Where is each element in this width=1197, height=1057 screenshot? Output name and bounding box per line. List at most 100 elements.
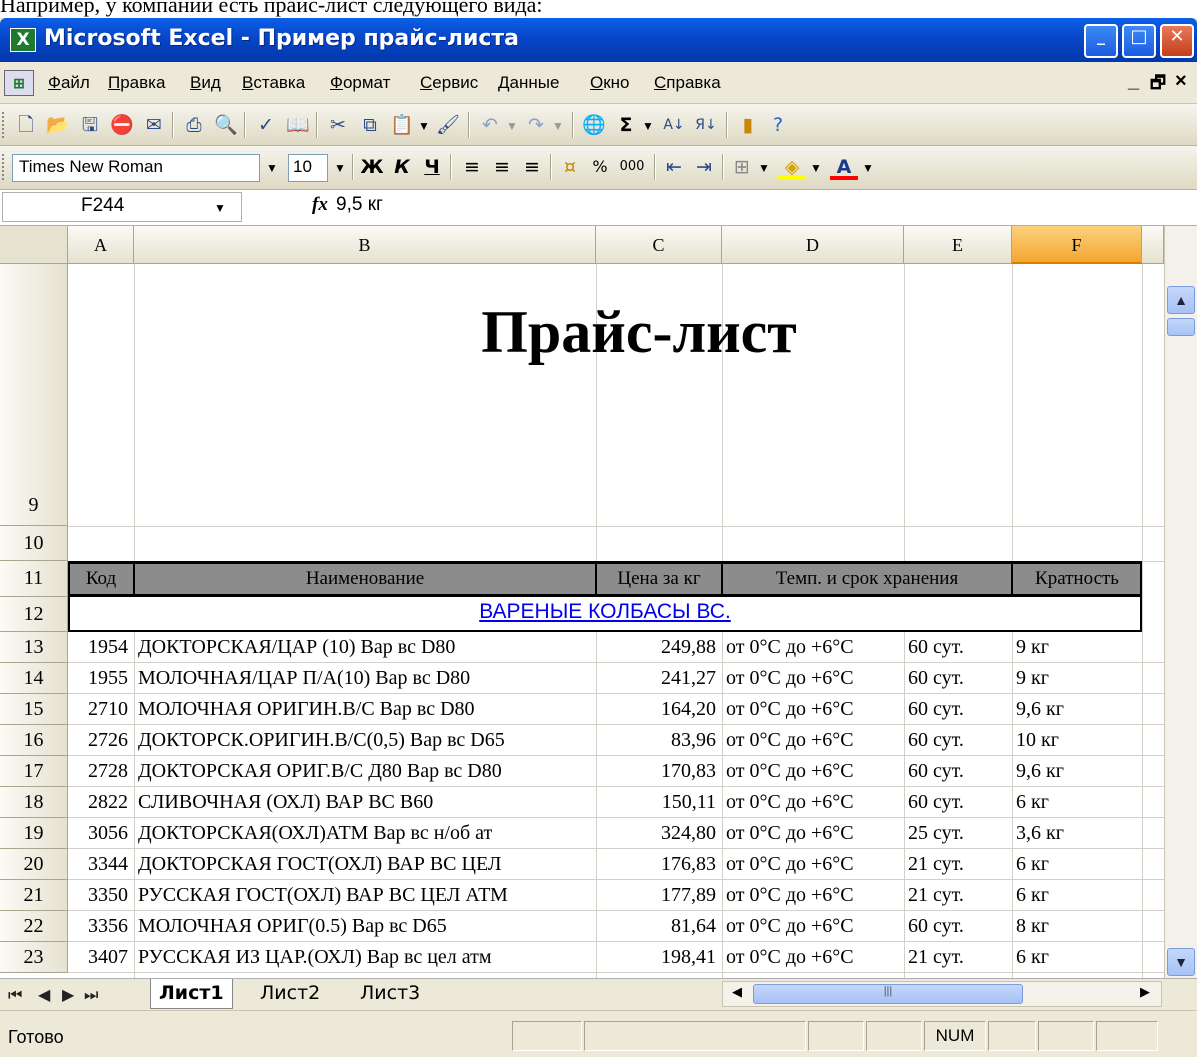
cell-name[interactable]: РУССКАЯ ИЗ ЦАР.(ОХЛ) Вар вс цел атм	[138, 942, 594, 973]
align-right-icon[interactable]: ≡	[518, 154, 546, 180]
autosum-icon[interactable]: Σ	[612, 112, 640, 138]
save-icon[interactable]: 🖫	[76, 112, 104, 138]
redo-dropdown[interactable]: ▼	[548, 112, 568, 140]
first-sheet-icon[interactable]: ⏮	[8, 985, 22, 1005]
spelling-icon[interactable]: ✓	[252, 112, 280, 138]
cell-price[interactable]: 241,27	[600, 663, 720, 694]
column-header-c[interactable]: C	[596, 226, 722, 264]
align-center-icon[interactable]: ≡	[488, 154, 516, 180]
cell-term[interactable]: 60 сут.	[908, 725, 1010, 756]
menu-format[interactable]: Формат	[330, 73, 390, 93]
font-size-dropdown[interactable]: ▼	[330, 154, 350, 182]
cell-temp[interactable]: от 0°С до +6°С	[726, 880, 902, 911]
cell-code[interactable]: 3356	[72, 911, 132, 942]
cell-multiplicity[interactable]: 6 кг	[1016, 880, 1140, 911]
cell-term[interactable]: 21 сут.	[908, 942, 1010, 973]
vertical-scrollbar[interactable]: ▲ ▼	[1164, 226, 1197, 978]
cell-name[interactable]: ДОКТОРСКАЯ ОРИГ.В/С Д80 Вар вс D80	[138, 756, 594, 787]
cell-price[interactable]: 176,83	[600, 849, 720, 880]
new-icon[interactable]: 🗋	[12, 112, 40, 138]
menu-help[interactable]: Справка	[654, 73, 721, 93]
scroll-down-icon[interactable]: ▼	[1167, 948, 1195, 976]
category-link[interactable]: ВАРЕНЫЕ КОЛБАСЫ ВС.	[68, 600, 1142, 624]
cell-code[interactable]: 2728	[72, 756, 132, 787]
paste-dropdown[interactable]: ▼	[414, 112, 434, 140]
format-painter-icon[interactable]: 🖌	[434, 112, 462, 138]
row-header[interactable]: 18	[0, 787, 68, 818]
cell-name[interactable]: СЛИВОЧНАЯ (ОХЛ) ВАР ВС В60	[138, 787, 594, 818]
autosum-dropdown[interactable]: ▼	[638, 112, 658, 140]
maximize-button[interactable]: □	[1122, 24, 1156, 58]
cell-name[interactable]: МОЛОЧНАЯ ОРИГ(0.5) Вар вс D65	[138, 911, 594, 942]
italic-button[interactable]: К	[388, 154, 416, 180]
cell-price[interactable]: 150,11	[600, 787, 720, 818]
cell-term[interactable]: 60 сут.	[908, 787, 1010, 818]
cell-term[interactable]: 60 сут.	[908, 911, 1010, 942]
increase-indent-icon[interactable]: ⇥	[690, 154, 718, 180]
cell-price[interactable]: 164,20	[600, 694, 720, 725]
cell-multiplicity[interactable]: 9,6 кг	[1016, 694, 1140, 725]
cell-name[interactable]: РУССКАЯ ГОСТ(ОХЛ) ВАР ВС ЦЕЛ АТМ	[138, 880, 594, 911]
cell-name[interactable]: МОЛОЧНАЯ ОРИГИН.В/С Вар вс D80	[138, 694, 594, 725]
fill-color-icon[interactable]: ◈	[778, 154, 806, 180]
cell-term[interactable]: 60 сут.	[908, 694, 1010, 725]
row-header-10[interactable]: 10	[0, 526, 68, 561]
sort-ascending-icon[interactable]: A↓	[660, 112, 688, 138]
row-header[interactable]: 20	[0, 849, 68, 880]
hyperlink-icon[interactable]: 🌐	[580, 112, 608, 138]
cell-multiplicity[interactable]: 9,6 кг	[1016, 756, 1140, 787]
cell-price[interactable]: 83,96	[600, 725, 720, 756]
paste-icon[interactable]: 📋	[388, 112, 416, 138]
redo-icon[interactable]: ↷	[522, 112, 550, 138]
last-sheet-icon[interactable]: ⏭	[84, 985, 98, 1005]
cell-price[interactable]: 324,80	[600, 818, 720, 849]
cell-multiplicity[interactable]: 6 кг	[1016, 942, 1140, 973]
align-left-icon[interactable]: ≡	[458, 154, 486, 180]
horizontal-scrollbar[interactable]: ◀ ||| ▶	[722, 981, 1162, 1007]
font-size-select[interactable]: 10	[288, 154, 328, 182]
cell-temp[interactable]: от 0°С до +6°С	[726, 663, 902, 694]
menu-edit[interactable]: Правка	[108, 73, 165, 93]
cell-code[interactable]: 3056	[72, 818, 132, 849]
font-name-dropdown[interactable]: ▼	[262, 154, 282, 182]
borders-dropdown[interactable]: ▼	[754, 154, 774, 182]
cell-name[interactable]: МОЛОЧНАЯ/ЦАР П/А(10) Вар вс D80	[138, 663, 594, 694]
underline-button[interactable]: Ч	[418, 154, 446, 180]
sheet-tab-3[interactable]: Лист3	[352, 979, 428, 1009]
column-header-e[interactable]: E	[904, 226, 1012, 264]
undo-icon[interactable]: ↶	[476, 112, 504, 138]
row-header-11[interactable]: 11	[0, 561, 68, 597]
research-icon[interactable]: 📖	[284, 112, 312, 138]
cell-price[interactable]: 170,83	[600, 756, 720, 787]
cell-name[interactable]: ДОКТОРСКАЯ/ЦАР (10) Вар вс D80	[138, 632, 594, 663]
next-sheet-icon[interactable]: ▶	[62, 985, 74, 1004]
select-all-corner[interactable]	[0, 226, 68, 264]
row-header[interactable]: 14	[0, 663, 68, 694]
menu-window[interactable]: Окно	[590, 73, 630, 93]
thousands-button[interactable]: 000	[614, 154, 650, 180]
cell-name[interactable]: ДОКТОРСК.ОРИГИН.В/С(0,5) Вар вс D65	[138, 725, 594, 756]
borders-icon[interactable]: ⊞	[728, 154, 756, 180]
scroll-right-icon[interactable]: ▶	[1133, 984, 1157, 1004]
row-header[interactable]: 22	[0, 911, 68, 942]
cell-term[interactable]: 25 сут.	[908, 818, 1010, 849]
currency-icon[interactable]: ¤	[556, 154, 584, 180]
menu-file[interactable]: Файл	[48, 73, 90, 93]
font-color-dropdown[interactable]: ▼	[858, 154, 878, 182]
row-header[interactable]: 17	[0, 756, 68, 787]
cell-multiplicity[interactable]: 9 кг	[1016, 632, 1140, 663]
chart-wizard-icon[interactable]: ▮	[734, 112, 762, 138]
cell-temp[interactable]: от 0°С до +6°С	[726, 694, 902, 725]
cell-temp[interactable]: от 0°С до +6°С	[726, 818, 902, 849]
bold-button[interactable]: Ж	[358, 154, 386, 180]
cell-code[interactable]: 3344	[72, 849, 132, 880]
cell-multiplicity[interactable]: 6 кг	[1016, 787, 1140, 818]
cell-code[interactable]: 1954	[72, 632, 132, 663]
column-header-b[interactable]: B	[134, 226, 596, 264]
percent-button[interactable]: %	[586, 154, 614, 180]
menu-tools[interactable]: Сервис	[420, 73, 478, 93]
sort-descending-icon[interactable]: Я↓	[692, 112, 720, 138]
row-header[interactable]: 13	[0, 632, 68, 663]
cell-temp[interactable]: от 0°С до +6°С	[726, 756, 902, 787]
column-header-a[interactable]: A	[68, 226, 134, 264]
